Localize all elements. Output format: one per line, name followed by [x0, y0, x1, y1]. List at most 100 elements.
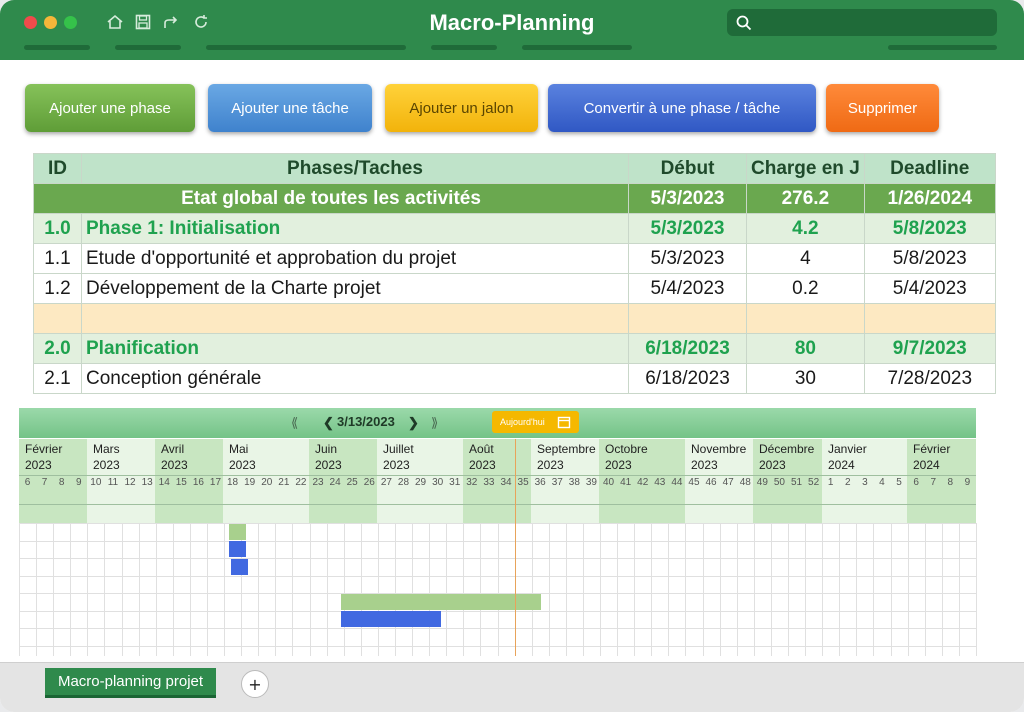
add-sheet-button[interactable]: +	[241, 670, 269, 698]
cell-charge[interactable]: 0.2	[746, 273, 865, 304]
month-row: Février 2023 Mars 2023 Avril 2023 Mai 2023 Juin 2…	[19, 439, 976, 475]
month-label: Février 2024	[907, 439, 976, 475]
cell-name[interactable]	[81, 303, 629, 334]
gantt-rows	[19, 523, 977, 656]
delete-button[interactable]: Supprimer	[826, 84, 939, 132]
week-number: 5	[896, 477, 902, 488]
grid-line	[873, 523, 875, 656]
ribbon-tab[interactable]	[522, 45, 632, 50]
header-start[interactable]: Début	[628, 153, 747, 184]
cell-start[interactable]: 5/4/2023	[628, 273, 747, 304]
week-number: 16	[192, 477, 204, 488]
month-name: Février	[25, 442, 63, 456]
global-name[interactable]: Etat global de toutes les activités	[33, 183, 629, 214]
planning-table: ID Phases/Taches Début Charge en J Deadl…	[33, 153, 996, 394]
month-name: Juillet	[383, 442, 414, 456]
cell-id[interactable]: 1.1	[33, 243, 82, 274]
grid-line	[189, 523, 191, 656]
ribbon-tab[interactable]	[431, 45, 497, 50]
add-phase-button[interactable]: Ajouter une phase	[25, 84, 195, 132]
sheet-tab-active[interactable]: Macro-planning projet	[45, 668, 216, 698]
cell-name[interactable]: Phase 1: Initialisation	[81, 213, 629, 244]
week-number: 24	[329, 477, 341, 488]
nav-next-fast-button[interactable]: ⟫	[431, 415, 438, 431]
grid-line	[600, 523, 602, 656]
grid-line	[907, 523, 909, 656]
cell-charge[interactable]: 30	[746, 363, 865, 394]
ribbon-tab[interactable]	[206, 45, 406, 50]
grid-line	[360, 523, 362, 656]
grid-line	[582, 523, 584, 656]
grid-line	[668, 523, 670, 656]
week-number: 9	[75, 477, 82, 488]
cell-deadline[interactable]: 7/28/2023	[863, 363, 996, 394]
month-label: Mars 2023	[87, 439, 155, 475]
week-number: 39	[585, 477, 597, 488]
task-bar[interactable]	[231, 558, 249, 575]
cell-name[interactable]: Développement de la Charte projet	[81, 273, 629, 304]
cell-id[interactable]: 2.1	[33, 363, 82, 394]
global-start[interactable]: 5/3/2023	[628, 183, 747, 214]
cell-name[interactable]: Etude d'opportunité et approbation du pr…	[81, 243, 629, 274]
week-number: 1	[827, 477, 834, 488]
cell-charge[interactable]	[746, 303, 865, 334]
grid-line	[890, 523, 892, 656]
cell-charge[interactable]: 80	[746, 333, 865, 364]
cell-charge[interactable]: 4	[746, 243, 865, 274]
nav-prev-button[interactable]: ❮	[323, 415, 334, 431]
grid-line	[565, 523, 567, 656]
week-number: 33	[483, 477, 495, 488]
cell-start[interactable]	[628, 303, 747, 334]
search-input[interactable]	[727, 9, 997, 36]
week-number: 51	[790, 477, 803, 488]
week-number: 30	[432, 477, 444, 488]
header-deadline[interactable]: Deadline	[863, 153, 996, 184]
add-milestone-button[interactable]: Ajouter un jalon	[385, 84, 538, 132]
cell-id[interactable]: 1.0	[33, 213, 82, 244]
grid-line	[617, 523, 619, 656]
cell-start[interactable]: 5/3/2023	[628, 213, 747, 244]
header-id[interactable]: ID	[33, 153, 82, 184]
cell-deadline[interactable]	[863, 303, 996, 334]
header-charge[interactable]: Charge en J	[746, 153, 865, 184]
header-name[interactable]: Phases/Taches	[81, 153, 629, 184]
add-task-button[interactable]: Ajouter une tâche	[208, 84, 372, 132]
cell-charge[interactable]: 4.2	[746, 213, 865, 244]
week-number: 48	[739, 477, 751, 488]
phase-bar[interactable]	[228, 523, 246, 540]
today-button[interactable]: Aujourd'hui	[492, 411, 579, 433]
nav-prev-fast-button[interactable]: ⟪	[291, 415, 298, 431]
week-number: 7	[930, 477, 936, 488]
cell-deadline[interactable]: 5/8/2023	[863, 243, 996, 274]
week-number: 34	[500, 477, 512, 488]
cell-name[interactable]: Conception générale	[81, 363, 629, 394]
nav-next-button[interactable]: ❯	[408, 415, 419, 431]
cell-id[interactable]	[33, 303, 82, 334]
month-label: Janvier 2024	[822, 439, 907, 475]
cell-deadline[interactable]: 9/7/2023	[863, 333, 996, 364]
cell-id[interactable]: 1.2	[33, 273, 82, 304]
grid-line	[788, 523, 790, 656]
cell-start[interactable]: 6/18/2023	[628, 333, 747, 364]
global-deadline[interactable]: 1/26/2024	[863, 183, 996, 214]
month-year: 2023	[383, 458, 410, 472]
global-charge[interactable]: 276.2	[746, 183, 865, 214]
ribbon-tab[interactable]	[24, 45, 90, 50]
task-bar[interactable]	[228, 541, 246, 557]
cell-deadline[interactable]: 5/4/2023	[863, 273, 996, 304]
cell-start[interactable]: 5/3/2023	[628, 243, 747, 274]
search-icon	[736, 15, 752, 31]
ribbon-tab[interactable]	[115, 45, 181, 50]
cell-id[interactable]: 2.0	[33, 333, 82, 364]
convert-button[interactable]: Convertir à une phase / tâche	[548, 84, 816, 132]
cell-start[interactable]: 6/18/2023	[628, 363, 747, 394]
task-bar[interactable]	[341, 611, 442, 627]
cell-name[interactable]: Planification	[81, 333, 629, 364]
phase-bar[interactable]	[341, 593, 542, 610]
ribbon-tab[interactable]	[888, 45, 997, 50]
phase-row: 1.0 Phase 1: Initialisation 5/3/2023 4.2 5/8…	[33, 213, 996, 244]
cell-deadline[interactable]: 5/8/2023	[863, 213, 996, 244]
week-number: 23	[312, 477, 324, 488]
week-number: 35	[517, 477, 529, 488]
grid-line	[275, 523, 277, 656]
